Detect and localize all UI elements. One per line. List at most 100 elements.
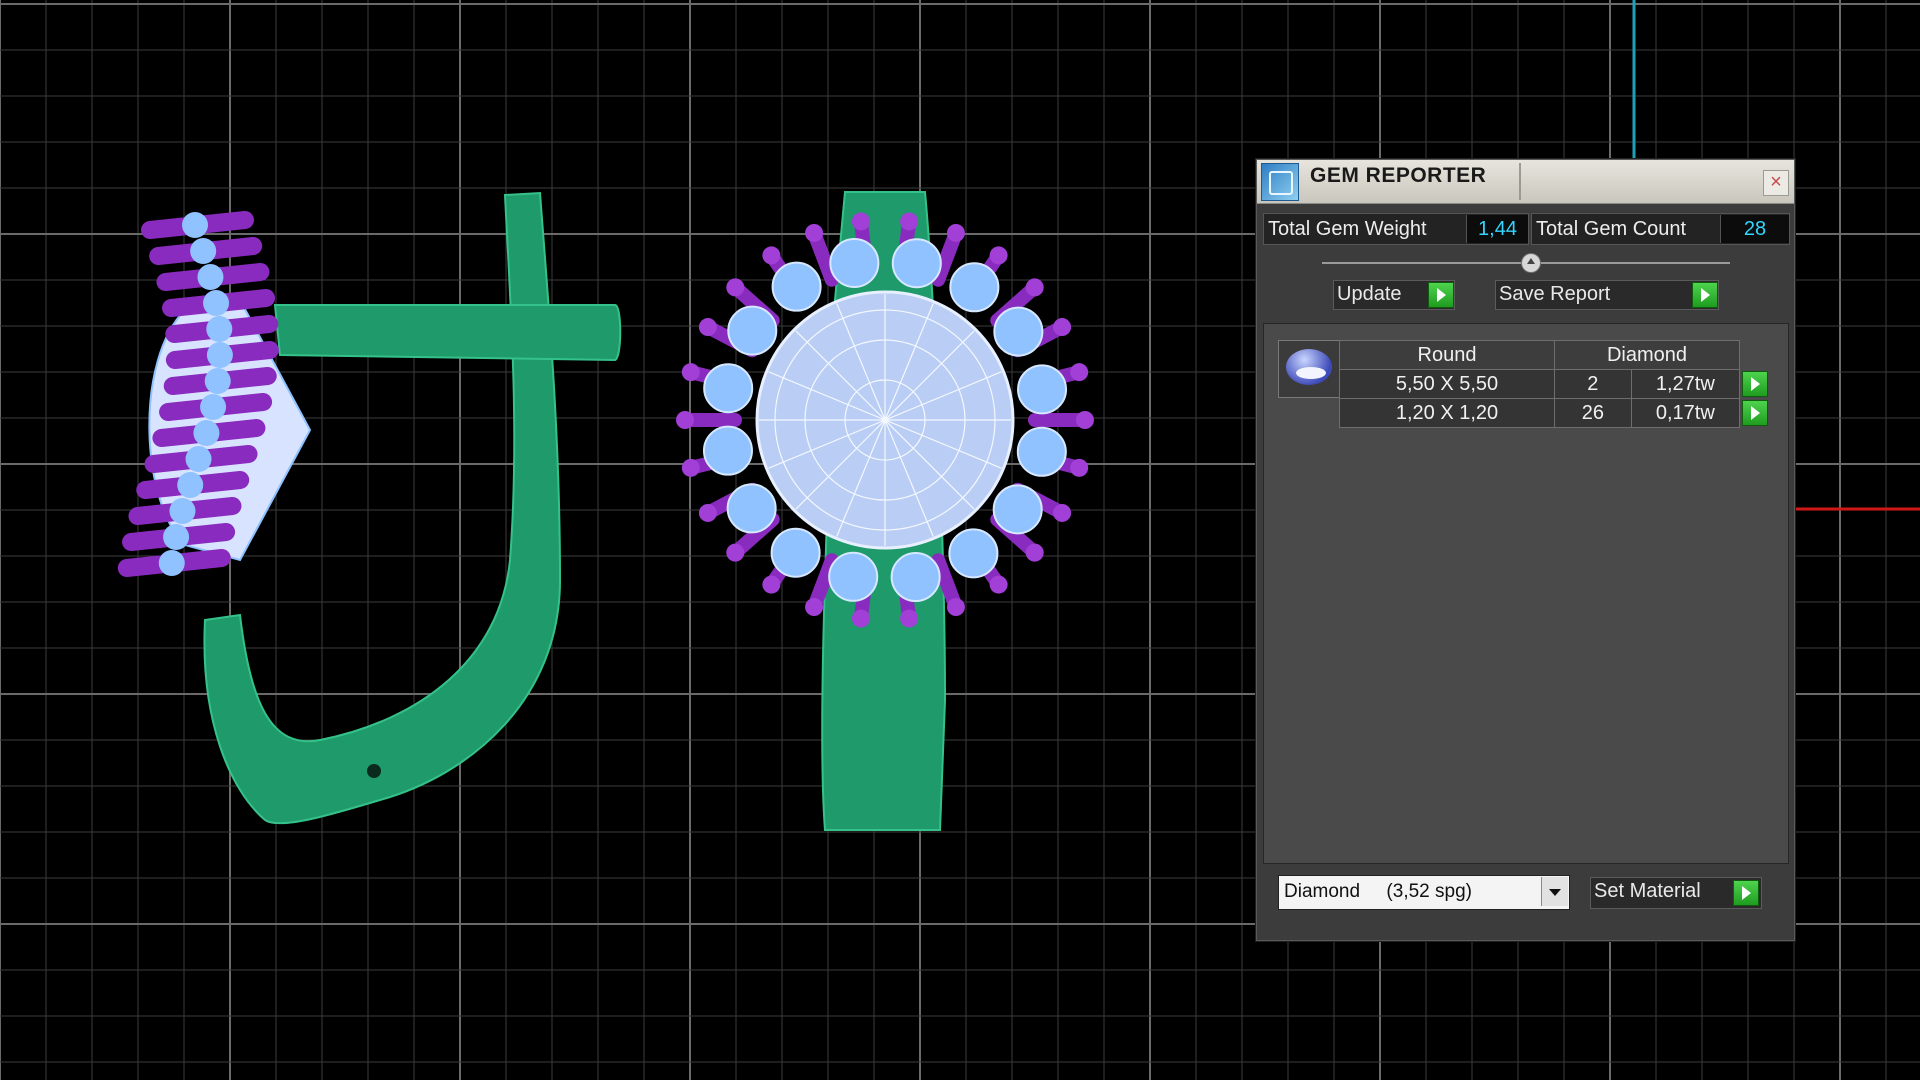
gem-weight: 0,17tw — [1630, 398, 1741, 428]
set-material-button[interactable]: Set Material — [1590, 877, 1762, 909]
panel-title: GEM REPORTER — [1310, 164, 1487, 187]
ring-front-view[interactable] — [676, 191, 1094, 831]
halo-stone — [992, 484, 1043, 535]
gem-reporter-panel: GEM REPORTER × Total Gem Weight 1,44 Tot… — [1255, 158, 1796, 942]
prong-tip — [1053, 503, 1072, 522]
side-stone — [206, 316, 233, 342]
halo-stone — [726, 483, 777, 534]
side-stone — [169, 498, 196, 524]
gem-thumbnail — [1278, 340, 1340, 398]
select-gem-button[interactable] — [1740, 370, 1769, 399]
green-arrow-icon — [1692, 282, 1718, 308]
table-row[interactable]: 5,50 X 5,50 2 1,27tw — [1339, 369, 1769, 399]
prong-tip — [805, 223, 824, 242]
total-gem-count-label: Total Gem Count — [1536, 218, 1687, 240]
gem-size: 5,50 X 5,50 — [1339, 369, 1555, 399]
halo-stone — [1017, 364, 1068, 415]
prong-tip — [762, 246, 781, 265]
prong-tip — [681, 458, 700, 477]
halo-stone — [771, 261, 822, 312]
prong-tip — [681, 363, 700, 382]
panel-titlebar[interactable]: GEM REPORTER × — [1257, 160, 1794, 204]
side-stone — [177, 472, 204, 498]
gem-list[interactable]: Round Diamond 5,50 X 5,50 2 1,27tw 1,20 … — [1263, 323, 1789, 864]
close-icon[interactable]: × — [1763, 170, 1789, 196]
ring-side-view[interactable] — [117, 191, 622, 825]
prong-tip — [805, 598, 824, 617]
gem-reporter-icon — [1261, 163, 1299, 201]
titlebar-divider — [1519, 163, 1521, 200]
shape-header: Round — [1339, 340, 1555, 370]
gem-count: 2 — [1554, 369, 1632, 399]
save-report-button-label: Save Report — [1499, 283, 1611, 305]
prong-tip — [1025, 543, 1044, 562]
halo-stone — [702, 425, 753, 476]
side-stone — [158, 550, 185, 576]
side-stone — [200, 394, 227, 420]
side-stone — [163, 524, 190, 550]
prong-tip — [946, 223, 965, 242]
material-select[interactable]: Diamond (3,52 spg) — [1278, 875, 1570, 910]
chevron-down-icon[interactable] — [1541, 877, 1568, 906]
halo-stone — [993, 306, 1044, 357]
side-stone — [197, 264, 224, 290]
side-stone — [206, 342, 233, 368]
halo-stone — [727, 305, 778, 356]
ring-gallery-bar — [273, 304, 622, 362]
total-gem-weight-label: Total Gem Weight — [1268, 218, 1427, 240]
round-gem-icon — [1286, 349, 1332, 385]
halo-stone — [949, 262, 1000, 313]
prong-tip — [900, 212, 919, 231]
prong-tip — [1070, 363, 1089, 382]
select-gem-button[interactable] — [1740, 399, 1769, 428]
save-report-button[interactable]: Save Report — [1495, 280, 1719, 310]
halo-stone — [703, 363, 754, 414]
green-arrow-icon — [1742, 370, 1768, 397]
prong-tip — [946, 598, 965, 617]
prong-tip — [762, 575, 781, 594]
set-material-button-label: Set Material — [1594, 880, 1701, 902]
green-arrow-icon — [1742, 399, 1768, 426]
prong-tip — [726, 543, 745, 562]
total-gem-weight-box: Total Gem Weight 1,44 — [1263, 213, 1529, 245]
side-stone — [190, 238, 217, 264]
halo-stone — [1016, 426, 1067, 477]
halo-stone — [891, 238, 942, 289]
prong-tip — [989, 246, 1008, 265]
side-stone — [182, 212, 208, 238]
halo-stone — [948, 528, 999, 579]
prong-tip — [989, 575, 1008, 594]
material-header: Diamond — [1554, 340, 1740, 370]
prong-tip — [676, 411, 694, 429]
halo-stone — [828, 551, 879, 602]
prong-tip — [1070, 458, 1089, 477]
prong-tip — [851, 609, 870, 628]
table-row[interactable]: 1,20 X 1,20 26 0,17tw — [1339, 398, 1769, 428]
update-button-label: Update — [1337, 283, 1402, 305]
gem-count: 26 — [1554, 398, 1632, 428]
green-arrow-icon — [1733, 880, 1759, 906]
prong-tip — [1053, 318, 1072, 337]
side-stone — [203, 290, 230, 316]
update-button[interactable]: Update — [1333, 280, 1455, 310]
prong-tip — [1025, 278, 1044, 297]
total-gem-count-value: 28 — [1720, 215, 1789, 243]
gem-table: Round Diamond 5,50 X 5,50 2 1,27tw 1,20 … — [1339, 340, 1769, 428]
panel-slider-handle[interactable] — [1521, 253, 1541, 273]
prong-tip — [900, 609, 919, 628]
prong-tip — [726, 278, 745, 297]
halo-stone — [890, 552, 941, 603]
side-stone — [193, 420, 220, 446]
prong-tip — [698, 503, 717, 522]
gem-table-header: Round Diamond — [1339, 340, 1769, 370]
total-gem-weight-value: 1,44 — [1466, 215, 1528, 243]
halo-stone — [829, 237, 880, 288]
green-arrow-icon — [1428, 282, 1454, 308]
prong-tip — [851, 212, 870, 231]
halo-stone — [770, 527, 821, 578]
gem-size: 1,20 X 1,20 — [1339, 398, 1555, 428]
gem-weight: 1,27tw — [1630, 369, 1741, 399]
prong-tip — [1076, 411, 1094, 429]
ring-hole — [367, 764, 381, 778]
center-stone-facets — [759, 294, 1011, 546]
